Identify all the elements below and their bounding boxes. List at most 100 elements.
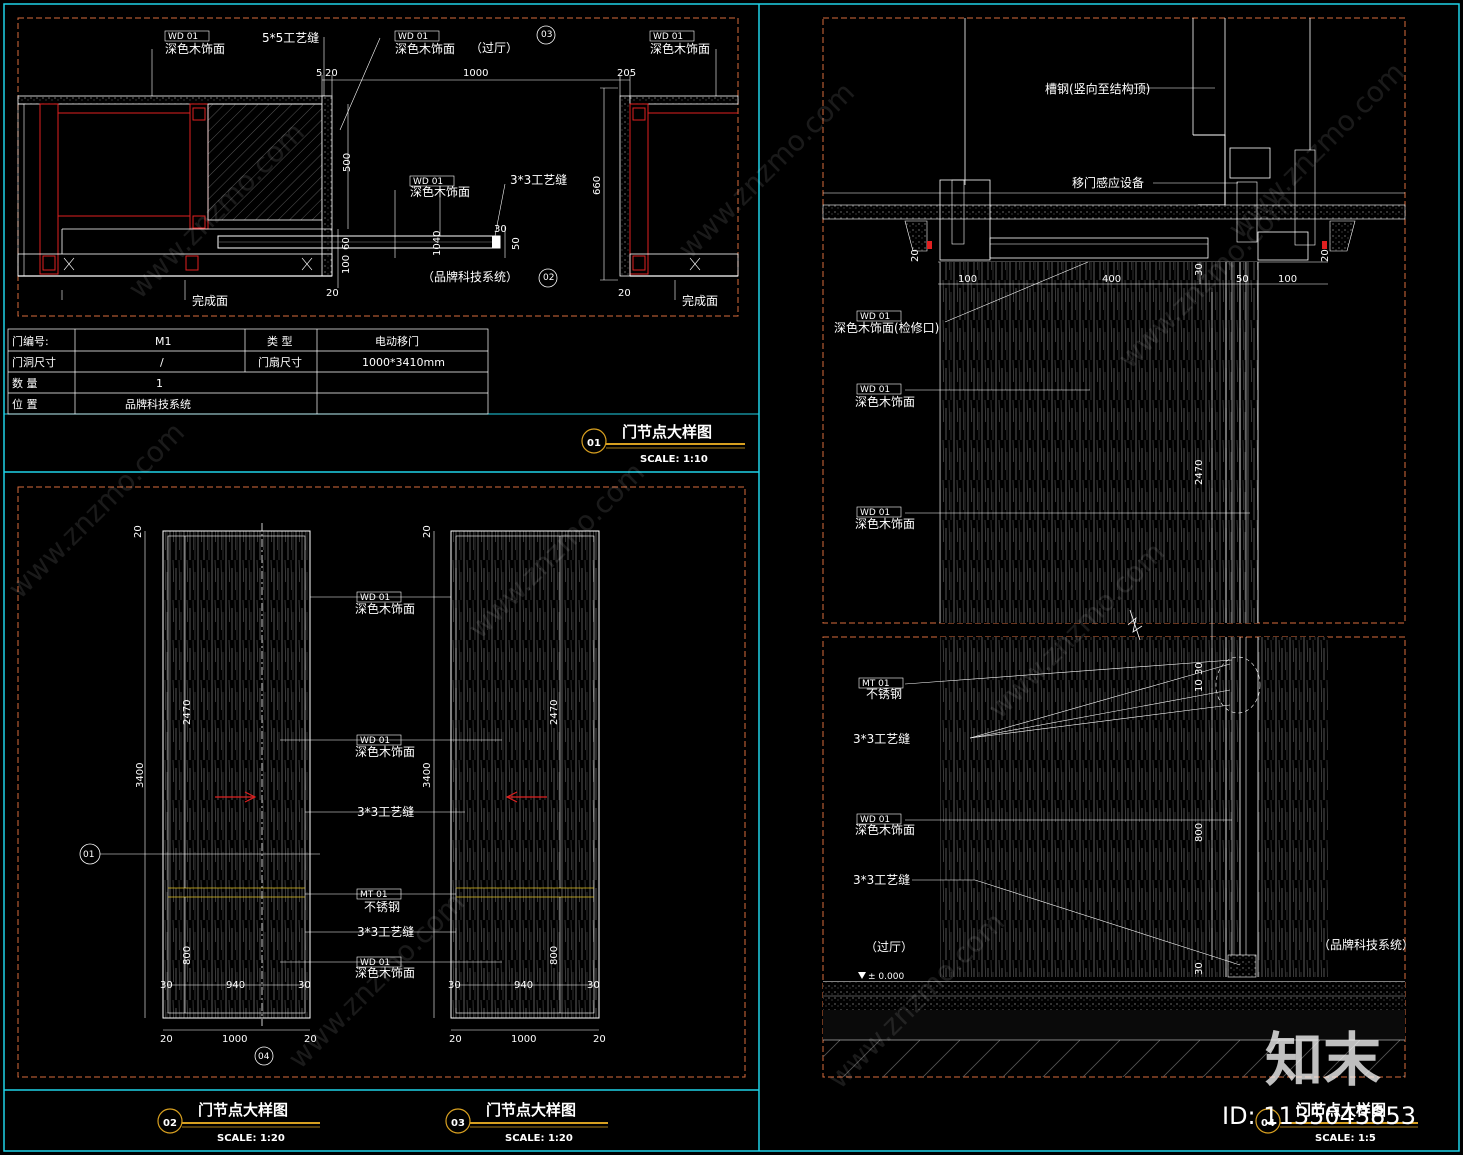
section-label-level: ± 0.000 xyxy=(868,972,904,982)
title-02-scale: SCALE: 1:20 xyxy=(217,1133,285,1144)
section-label-steel: 不锈钢 xyxy=(866,687,902,701)
elev03-dim-800: 800 xyxy=(549,946,560,965)
section-dim-20-left: 20 xyxy=(910,249,921,262)
watermark-logo: 知末 xyxy=(1265,1026,1381,1094)
table-r1-k2: 类 型 xyxy=(267,334,293,348)
table-r2-k1: 门洞尺寸 xyxy=(12,355,56,369)
section-dim-50: 50 xyxy=(1236,274,1249,285)
section-dim-20-right: 20 xyxy=(1320,249,1331,262)
section-label-wood-3: 深色木饰面 xyxy=(855,823,915,837)
table-r3-v1: 1 xyxy=(156,377,163,390)
section-dim-100-right: 100 xyxy=(1278,274,1297,285)
elev02-dim-20-top: 20 xyxy=(133,525,144,538)
elev-section-mark-04: 04 xyxy=(258,1052,270,1062)
elev03-dim-20-right: 20 xyxy=(593,1034,606,1045)
elev-label-craft: 3*3工艺缝 xyxy=(357,804,414,819)
table-r4-k1: 位 置 xyxy=(12,397,38,411)
plan-dim-20: 20 xyxy=(325,68,338,79)
table-r2-v2: 1000*3410mm xyxy=(362,356,445,369)
plan-dim-660: 660 xyxy=(592,176,603,195)
plan-label-seam-55: 5*5工艺缝 xyxy=(262,30,319,45)
elev03-dim-20-left: 20 xyxy=(449,1034,462,1045)
table-r1-v1: M1 xyxy=(155,335,172,348)
title-01-number: 01 xyxy=(587,438,601,449)
section-label-craft-1: 3*3工艺缝 xyxy=(853,731,910,746)
section-label-sensor: 移门感应设备 xyxy=(1072,175,1144,190)
plan-dim-1040: 1040 xyxy=(432,231,443,256)
plan-dim-30: 30 xyxy=(494,224,507,235)
plan-tag-left: WD 01 xyxy=(168,32,198,42)
elev03-dim-30-right: 30 xyxy=(587,980,600,991)
title-01-name: 门节点大样图 xyxy=(622,423,712,441)
section-dim-800: 800 xyxy=(1194,823,1205,842)
section-tag-2: WD 01 xyxy=(860,385,890,395)
plan-label-finish-left: 完成面 xyxy=(192,293,228,308)
plan-label-hall: （过厅） xyxy=(470,41,518,55)
elev02-dim-30-left: 30 xyxy=(160,980,173,991)
plan-section-mark-bottom: 02 xyxy=(543,273,554,283)
elev02-dim-940: 940 xyxy=(226,980,245,991)
table-r2-k2: 门扇尺寸 xyxy=(258,355,302,369)
plan-tag-right: WD 01 xyxy=(653,32,683,42)
section-dim-10: 10 xyxy=(1194,679,1205,692)
plan-dim-20-bottom-right: 20 xyxy=(618,288,631,299)
plan-dim-1000: 1000 xyxy=(463,68,488,79)
plan-label-wood-mid: 深色木饰面 xyxy=(395,42,455,56)
title-04-scale: SCALE: 1:5 xyxy=(1315,1133,1376,1144)
section-label-channel: 槽钢(竖向至结构顶) xyxy=(1045,81,1150,96)
section-label-craft-2: 3*3工艺缝 xyxy=(853,872,910,887)
plan-tag-mid: WD 01 xyxy=(398,32,428,42)
section-dim-100-left: 100 xyxy=(958,274,977,285)
elevation-02: 01 04 xyxy=(79,523,320,1066)
section-label-hall: （过厅） xyxy=(865,940,913,954)
elev03-dim-940: 940 xyxy=(514,980,533,991)
title-03-scale: SCALE: 1:20 xyxy=(505,1133,573,1144)
cad-drawing: 03 02 WD 01 深色木饰面 5*5工艺缝 WD 01 深色木饰面 （过厅… xyxy=(2,3,1460,1152)
elev-section-mark-01: 01 xyxy=(83,850,94,860)
title-02-number: 02 xyxy=(163,1118,177,1129)
elev02-dim-1000: 1000 xyxy=(222,1034,247,1045)
section-dim-30-bottom: 30 xyxy=(1194,962,1205,975)
elev02-dim-30-right: 30 xyxy=(298,980,311,991)
section-label-wood-access: 深色木饰面(检修口) xyxy=(834,320,939,335)
table-r2-v1: / xyxy=(160,356,164,369)
plan-dim-5: 5 xyxy=(316,68,322,79)
section-detail: 槽钢(竖向至结构顶) 移门感应设备 WD 01 深色木饰面(检修口) WD 01… xyxy=(822,18,1414,1077)
section-dim-30-mid: 30 xyxy=(1194,662,1205,675)
plan-dim-60: 60 xyxy=(341,237,352,250)
table-r3-k1: 数 量 xyxy=(12,377,38,390)
elev-tag-mt: MT 01 xyxy=(360,890,388,900)
title-02-name: 门节点大样图 xyxy=(198,1101,288,1119)
plan-label-finish-right: 完成面 xyxy=(682,293,718,308)
elev-label-wood-1: 深色木饰面 xyxy=(355,602,415,616)
plan-label-wood-right: 深色木饰面 xyxy=(650,42,710,56)
plan-section-mark-top: 03 xyxy=(541,30,552,40)
table-r4-v1: 品牌科技系统 xyxy=(125,397,191,411)
section-label-wood-1: 深色木饰面 xyxy=(855,395,915,409)
elev02-dim-3400: 3400 xyxy=(135,763,146,788)
elev02-dim-2470: 2470 xyxy=(182,700,193,725)
title-03-number: 03 xyxy=(451,1118,465,1129)
plan-detail: 03 02 WD 01 深色木饰面 5*5工艺缝 WD 01 深色木饰面 （过厅… xyxy=(17,25,739,308)
elev03-dim-1000: 1000 xyxy=(511,1034,536,1045)
elev03-dim-20-top: 20 xyxy=(422,525,433,538)
section-label-wood-2: 深色木饰面 xyxy=(855,517,915,531)
plan-dim-50: 50 xyxy=(511,237,522,250)
plan-label-seam-33: 3*3工艺缝 xyxy=(510,172,567,187)
elev03-dim-30-left: 30 xyxy=(448,980,461,991)
elev-label-wood-2: 深色木饰面 xyxy=(355,745,415,759)
plan-label-wood-center: 深色木饰面 xyxy=(410,185,470,199)
section-dim-400: 400 xyxy=(1102,274,1121,285)
elev02-dim-800: 800 xyxy=(182,946,193,965)
plan-dim-205: 205 xyxy=(617,68,636,79)
watermark-id: ID: 1135043853 xyxy=(1222,1102,1416,1130)
plan-dim-20-bottom-left: 20 xyxy=(326,288,339,299)
title-01-scale: SCALE: 1:10 xyxy=(640,454,708,465)
table-r1-v2: 电动移门 xyxy=(375,334,419,348)
plan-dim-500: 500 xyxy=(342,153,353,172)
table-r1-k1: 门编号: xyxy=(12,334,49,348)
elev03-dim-3400: 3400 xyxy=(422,763,433,788)
elev02-dim-20-left: 20 xyxy=(160,1034,173,1045)
plan-label-brand: （品牌科技系统） xyxy=(422,270,518,284)
title-03-name: 门节点大样图 xyxy=(486,1101,576,1119)
